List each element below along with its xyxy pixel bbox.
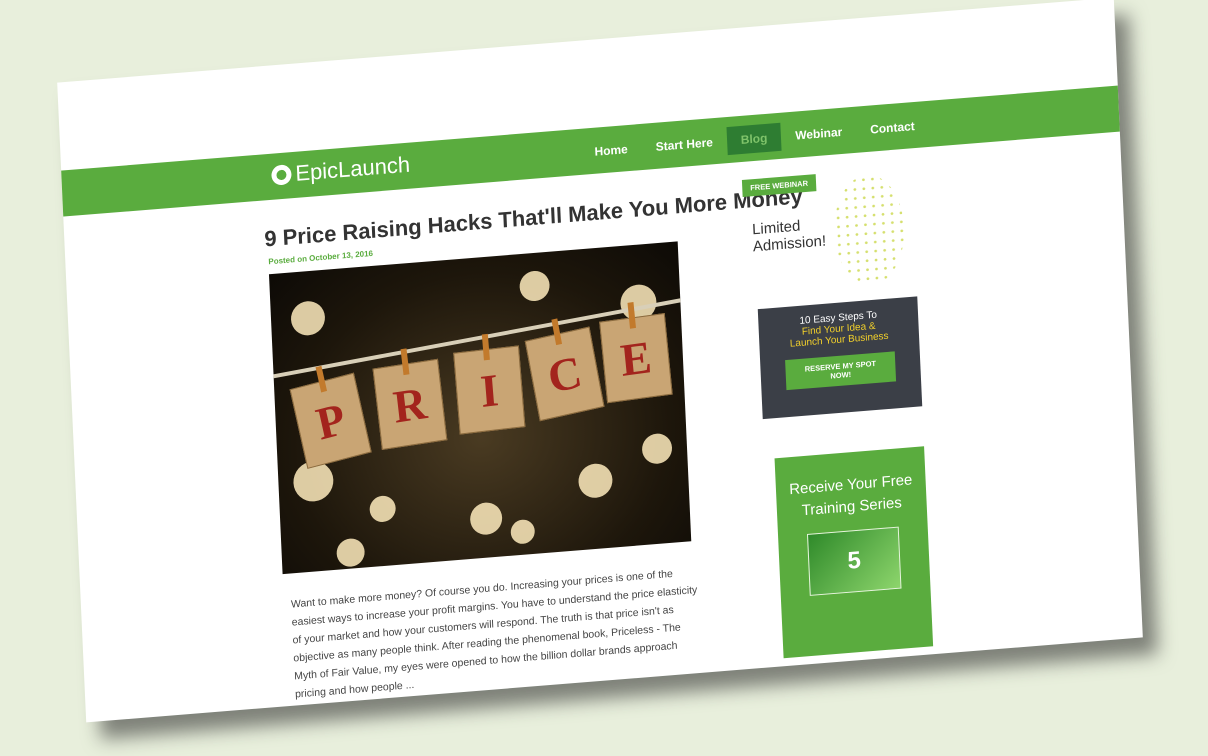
- clothespin: [315, 365, 328, 393]
- bokeh-light: [469, 501, 503, 536]
- post-date: Posted on October 13, 2016: [268, 248, 374, 267]
- webpage-screenshot: EpicLaunch Home Start Here Blog Webinar …: [57, 0, 1143, 723]
- training-title: Receive Your Free Training Series: [788, 471, 913, 520]
- bokeh-light: [518, 269, 551, 303]
- steps-promo: 10 Easy Steps To Find Your Idea & Launch…: [757, 296, 923, 420]
- bokeh-light: [336, 537, 366, 568]
- bokeh-light: [510, 518, 536, 545]
- webinar-widget[interactable]: FREE WEBINAR Limited Admission!: [741, 168, 907, 300]
- tag-letter: R: [390, 376, 430, 433]
- read-more-link[interactable]: → Read More: [316, 700, 387, 718]
- tag-letter: I: [478, 363, 501, 417]
- price-tag-letter: E: [599, 302, 673, 404]
- price-tag-letter: R: [372, 348, 448, 450]
- tag-letter: P: [311, 392, 350, 450]
- logo-icon: [271, 164, 292, 186]
- training-product-image: 5: [806, 526, 902, 596]
- nav-item-contact[interactable]: Contact: [856, 111, 930, 145]
- post-excerpt: Want to make more money? Of course you d…: [290, 567, 698, 701]
- training-series-widget[interactable]: Receive Your Free Training Series 5: [774, 446, 934, 659]
- reserve-spot-button[interactable]: RESERVE MY SPOT NOW!: [785, 351, 897, 391]
- nav-item-home[interactable]: Home: [580, 134, 642, 167]
- product-label: 5: [846, 546, 862, 575]
- bokeh-light: [641, 432, 673, 465]
- nav-item-blog[interactable]: Blog: [726, 122, 782, 156]
- bokeh-light: [577, 462, 614, 500]
- price-tag-letter: I: [453, 333, 526, 435]
- tag-letter: E: [618, 330, 654, 386]
- tag-letter: C: [543, 345, 586, 403]
- price-tag-letter: C: [524, 318, 605, 422]
- price-tag-letter: P: [289, 365, 372, 469]
- screenshot-scene: EpicLaunch Home Start Here Blog Webinar …: [0, 0, 1208, 756]
- nav-item-webinar[interactable]: Webinar: [781, 117, 857, 151]
- featured-image[interactable]: P R I C E: [268, 241, 692, 575]
- bokeh-light: [369, 494, 397, 523]
- bokeh-light: [290, 299, 326, 337]
- webinar-tag: FREE WEBINAR: [741, 174, 817, 198]
